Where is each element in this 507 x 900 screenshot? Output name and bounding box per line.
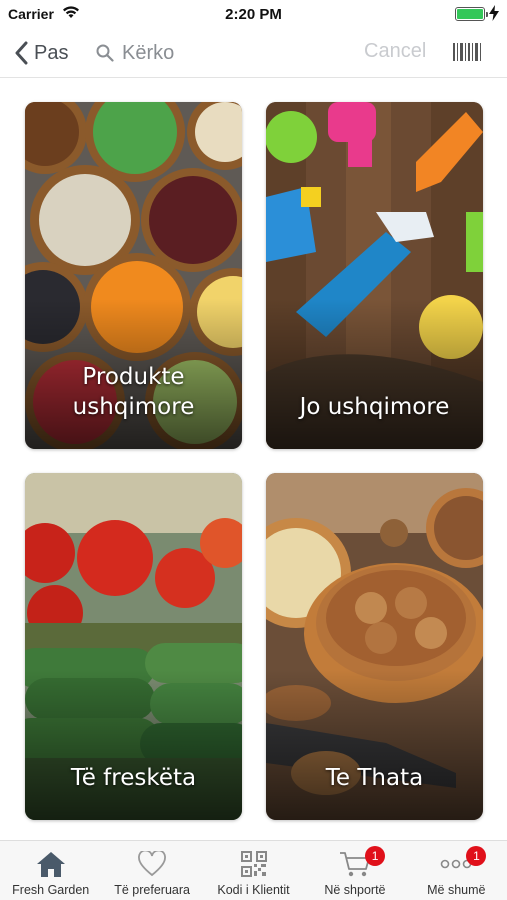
search-bar [96,38,342,68]
tab-label: Fresh Garden [12,883,90,897]
search-icon [96,44,114,62]
battery-icon [455,7,488,21]
search-input[interactable] [122,41,342,65]
tab-label: Kodi i Klientit [217,883,290,897]
category-card-dried[interactable]: Te Thata [266,473,483,820]
tab-label: Më shumë [427,883,486,897]
category-card-food[interactable]: Produkte ushqimore [25,102,242,449]
category-label: Produkte ushqimore [72,364,195,421]
category-label: Të freskëta [70,765,197,792]
cart-badge: 1 [365,846,386,866]
qr-code-icon [240,851,267,877]
tab-home[interactable]: Fresh Garden [0,841,101,900]
category-label: Jo ushqimore [299,394,450,421]
cancel-button[interactable]: Cancel [364,40,426,63]
tab-label: Të preferuara [114,883,190,897]
home-icon [36,852,65,877]
heart-icon [138,851,167,877]
navigation-bar: Pas Cancel [0,28,507,78]
category-card-non-food[interactable]: Jo ushqimore [266,102,483,449]
category-label: Te Thata [325,765,424,792]
status-bar: Carrier 2:20 PM [0,0,507,28]
tab-cart[interactable]: 1 Në shportë [304,841,405,900]
tab-client-code[interactable]: Kodi i Klientit [203,841,304,900]
chevron-left-icon [15,41,28,65]
more-badge: 1 [466,846,487,866]
back-button[interactable]: Pas [14,38,68,68]
tab-favorites[interactable]: Të preferuara [101,841,202,900]
category-card-fresh[interactable]: Të freskëta [25,473,242,820]
back-label: Pas [34,41,69,64]
clock: 2:20 PM [225,6,282,23]
tab-label: Në shportë [324,883,386,897]
barcode-icon[interactable] [452,41,482,63]
tab-more[interactable]: 1 Më shumë [406,841,507,900]
charging-icon [489,5,499,21]
tab-bar: Fresh Garden Të preferuara Kodi i Klient… [0,840,507,900]
